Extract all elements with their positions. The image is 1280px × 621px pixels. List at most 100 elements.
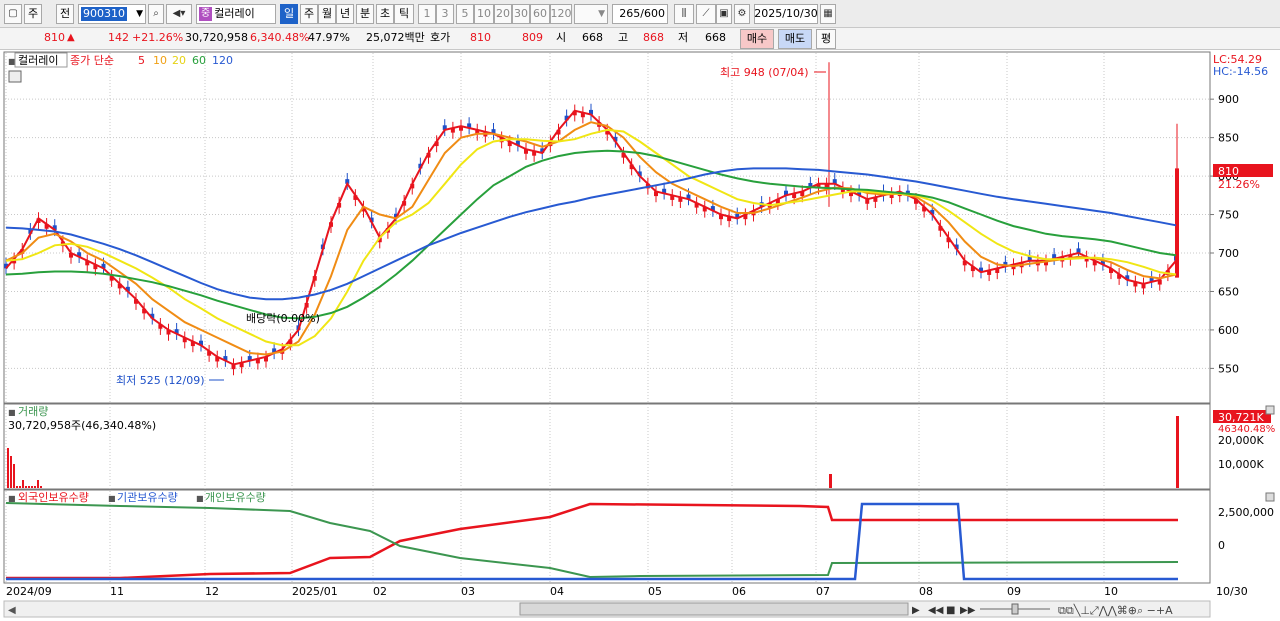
legend-institution: 기관보유수량: [117, 491, 178, 504]
volume-tick-10000k: 10,000K: [1218, 458, 1264, 471]
sell-button[interactable]: 매도: [778, 29, 812, 49]
x-tick-label: 07: [816, 585, 830, 598]
period-tick[interactable]: 틱: [394, 4, 414, 24]
bid-price: 809: [522, 31, 543, 44]
turnover: 47.97%: [308, 31, 350, 44]
volume-bar: [22, 480, 24, 488]
hoga-label: 호가: [430, 31, 451, 44]
period-week[interactable]: 주: [300, 4, 318, 24]
price-axis: 900850800750700650600550: [1210, 93, 1239, 375]
gear-icon[interactable]: ⚙: [734, 4, 750, 24]
open-price: 668: [582, 31, 603, 44]
scroll-thumb[interactable]: [519, 602, 909, 616]
window-icon[interactable]: ▢: [4, 4, 22, 24]
interval-3[interactable]: 3: [436, 4, 454, 24]
legend-individual: 개인보유수량: [205, 491, 266, 504]
play-icon[interactable]: ▶: [912, 605, 920, 616]
period-minute[interactable]: 분: [356, 4, 374, 24]
price-change: 142: [108, 31, 129, 44]
legend-dot-icon: ■: [8, 494, 16, 503]
stock-name-field[interactable]: 중 컬러레이: [196, 4, 276, 24]
legend-dot-icon: ■: [108, 494, 116, 503]
period-month[interactable]: 월: [318, 4, 336, 24]
legend-ma60: 60: [192, 54, 206, 67]
period-year[interactable]: 년: [336, 4, 354, 24]
interval-60[interactable]: 60: [530, 4, 550, 24]
trade-amount: 25,072백만: [366, 31, 425, 44]
tab-all[interactable]: 전: [56, 4, 74, 24]
price-tick-label: 550: [1218, 362, 1239, 375]
holding-tick-0: 0: [1218, 539, 1225, 552]
interval-30[interactable]: 30: [512, 4, 530, 24]
low-annotation: 최저 525 (12/09): [116, 374, 205, 387]
interval-20[interactable]: 20: [494, 4, 512, 24]
fast-forward-icon[interactable]: ▶▶: [960, 605, 976, 616]
legend-dot-icon: ■: [8, 408, 16, 417]
interval-120[interactable]: 120: [550, 4, 572, 24]
tab-main[interactable]: 주: [24, 4, 42, 24]
tools-icons[interactable]: ⧉⧉╲⊥⤢⋀⋀⌘⊕⌕ −+A: [1058, 603, 1173, 617]
open-label: 시: [556, 31, 567, 44]
interval-10[interactable]: 10: [474, 4, 494, 24]
period-second[interactable]: 초: [376, 4, 394, 24]
stock-code-value: 900310: [81, 7, 127, 21]
price-tick-label: 750: [1218, 209, 1239, 222]
save-icon[interactable]: ▣: [716, 4, 732, 24]
bar-count-field[interactable]: 265/600: [612, 4, 668, 24]
price-tick-label: 900: [1218, 93, 1239, 106]
volume-bar: [13, 464, 15, 488]
chevron-down-icon: ▼: [136, 9, 143, 19]
buy-button[interactable]: 매수: [740, 29, 774, 49]
interval-select[interactable]: ▼: [574, 4, 608, 24]
period-day[interactable]: 일: [280, 4, 298, 24]
low-price: 668: [705, 31, 726, 44]
interval-5[interactable]: 5: [456, 4, 474, 24]
avg-button[interactable]: 평: [816, 29, 836, 49]
legend-stock-name: 컬러레이: [18, 54, 58, 67]
date-field[interactable]: 2025/10/30: [754, 4, 818, 24]
stock-code-input[interactable]: 900310 ▼: [78, 4, 146, 24]
speaker-icon[interactable]: ◀▾: [166, 4, 192, 24]
name-badge: 중: [199, 7, 213, 21]
stop-icon[interactable]: ■: [946, 605, 955, 616]
high-price: 868: [643, 31, 664, 44]
x-tick-label: 09: [1007, 585, 1021, 598]
x-tick-label: 2024/09: [6, 585, 52, 598]
x-tick-label: 08: [919, 585, 933, 598]
interval-1[interactable]: 1: [418, 4, 436, 24]
volume-bar: [829, 474, 832, 488]
volume-bar: [40, 486, 42, 488]
x-tick-label: 06: [732, 585, 746, 598]
price-panel: [3, 51, 1211, 404]
table-icon[interactable]: [8, 70, 22, 83]
volume-bar: [28, 486, 30, 488]
high-label: 고: [618, 31, 629, 44]
volume-bar: [19, 486, 21, 488]
rewind-icon[interactable]: ◀◀: [928, 605, 944, 616]
x-tick-label-last: 10/30: [1216, 585, 1248, 598]
up-arrow-icon: ▲: [67, 32, 75, 43]
candle-icon[interactable]: ⫼: [674, 4, 694, 24]
volume-bar: [7, 448, 9, 488]
x-tick-label: 03: [461, 585, 475, 598]
toolbar: ▢ 주 전 900310 ▼ ⌕ ◀▾ 중 컬러레이 일 주 월 년 분 초 틱…: [0, 0, 1280, 28]
x-tick-label: 10: [1104, 585, 1118, 598]
scroll-left-icon[interactable]: ◀: [8, 605, 16, 616]
holding-tick-2500000: 2,500,000: [1218, 506, 1274, 519]
zoom-slider-handle[interactable]: [1011, 603, 1019, 615]
high-annotation: 최고 948 (07/04): [720, 66, 809, 79]
x-tick-label: 2025/01: [292, 585, 338, 598]
stock-name: 컬러레이: [214, 7, 255, 20]
x-tick-label: 12: [205, 585, 219, 598]
price-tick-label: 600: [1218, 324, 1239, 337]
legend-dot-icon: ■: [196, 494, 204, 503]
holding-panel-close-icon[interactable]: [1265, 492, 1275, 502]
dividend-annotation: 배당락(0.00%): [246, 312, 320, 325]
bar-count: 265: [619, 7, 641, 20]
calendar-icon[interactable]: ▦: [820, 4, 836, 24]
search-icon[interactable]: ⌕: [148, 4, 164, 24]
legend-dot-icon: ■: [8, 57, 16, 66]
volume-panel-close-icon[interactable]: [1265, 405, 1275, 415]
volume-bar: [10, 456, 12, 488]
draw-icon[interactable]: ⟋: [696, 4, 716, 24]
